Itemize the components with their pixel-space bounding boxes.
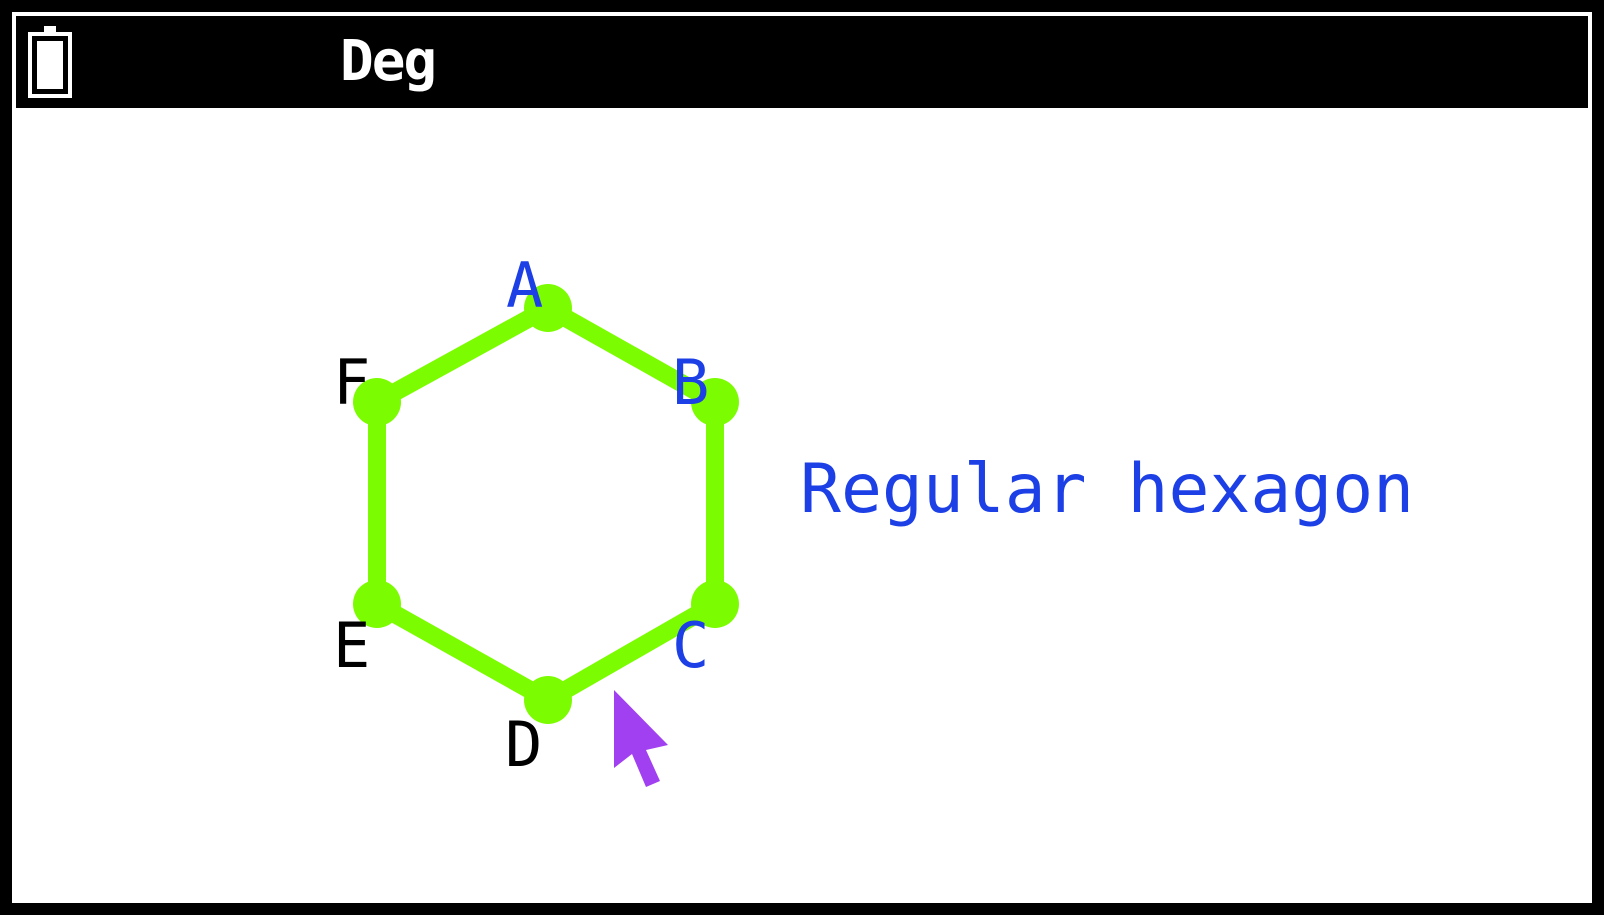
vertex-label-a: A [506, 249, 543, 322]
vertex-label-f: F [333, 346, 370, 419]
vertex-label-b: B [672, 346, 709, 419]
pointer-cursor-icon [614, 690, 668, 787]
vertex-label-e: E [333, 609, 370, 682]
vertex-label-c: C [672, 609, 709, 682]
vertex-label-d: D [505, 708, 542, 781]
hexagon-polygon[interactable] [368, 299, 724, 709]
figure-caption[interactable]: Regular hexagon [800, 450, 1414, 529]
geometry-canvas[interactable]: A B C D E F Regular hexagon [0, 0, 1604, 915]
